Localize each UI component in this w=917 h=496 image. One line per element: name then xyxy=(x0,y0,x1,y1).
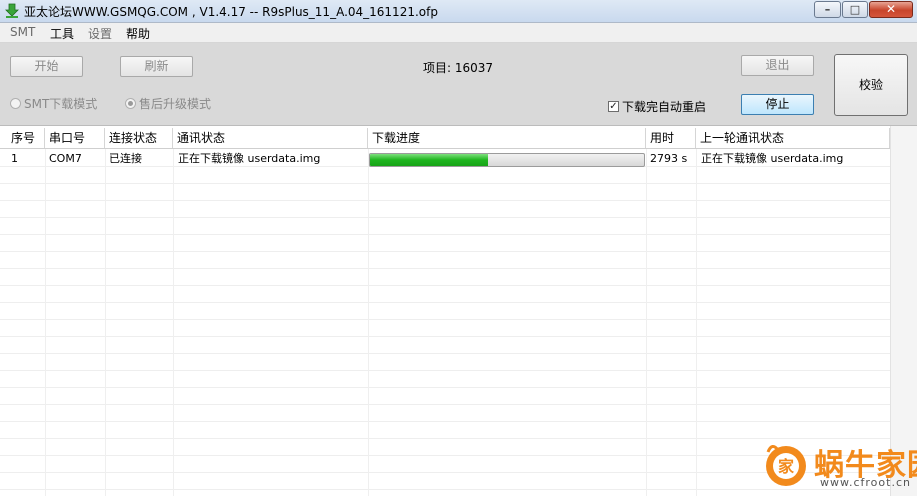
maximize-button[interactable]: □ xyxy=(842,1,868,18)
menu-bar: SMT 工具 设置 帮助 xyxy=(0,23,917,43)
radio-smt-label: SMT下载模式 xyxy=(24,97,98,111)
cell-comm-status: 正在下载镜像 userdata.img xyxy=(178,152,321,165)
col-connection[interactable]: 连接状态 xyxy=(105,128,173,148)
menu-smt[interactable]: SMT xyxy=(10,25,35,39)
snail-logo-icon: 家 xyxy=(766,445,806,486)
table-row[interactable]: 1 COM7 已连接 正在下载镜像 userdata.img 2793 s 正在… xyxy=(0,150,890,168)
radio-aftersale-indicator xyxy=(125,98,136,109)
cell-elapsed: 2793 s xyxy=(650,152,688,165)
menu-tools[interactable]: 工具 xyxy=(50,25,74,42)
radio-aftersale-label: 售后升级模式 xyxy=(139,97,212,111)
window-controls: – □ ✕ xyxy=(813,1,913,19)
col-comm-status[interactable]: 通讯状态 xyxy=(173,128,368,148)
maximize-icon: □ xyxy=(849,3,861,16)
close-button[interactable]: ✕ xyxy=(869,1,913,18)
auto-reboot-checkbox[interactable]: ✓ 下载完自动重启 xyxy=(608,98,706,115)
refresh-button[interactable]: 刷新 xyxy=(120,56,193,77)
window-title: 亚太论坛WWW.GSMQG.COM , V1.4.17 -- R9sPlus_1… xyxy=(24,5,438,19)
watermark: 家 蜗牛家园 www.cfroot.cn xyxy=(762,440,917,492)
menu-settings[interactable]: 设置 xyxy=(88,25,112,42)
radio-aftersale-mode[interactable]: 售后升级模式 xyxy=(125,95,211,112)
stop-button[interactable]: 停止 xyxy=(741,94,814,115)
verify-button[interactable]: 校验 xyxy=(834,54,908,116)
table-header: 序号 串口号 连接状态 通讯状态 下载进度 用时 上一轮通讯状态 xyxy=(0,128,890,148)
col-elapsed[interactable]: 用时 xyxy=(646,128,696,148)
radio-smt-indicator xyxy=(10,98,21,109)
app-download-icon xyxy=(5,3,19,18)
checkmark-icon: ✓ xyxy=(608,101,619,112)
cell-port: COM7 xyxy=(49,152,82,165)
watermark-url: www.cfroot.cn xyxy=(820,476,911,489)
minimize-icon: – xyxy=(824,3,831,16)
project-label: 项目: 16037 xyxy=(423,61,494,75)
menu-help[interactable]: 帮助 xyxy=(126,25,150,42)
close-icon: ✕ xyxy=(885,2,897,16)
watermark-logo-glyph: 家 xyxy=(778,457,795,476)
radio-smt-mode[interactable]: SMT下载模式 xyxy=(10,95,97,112)
col-port[interactable]: 串口号 xyxy=(45,128,105,148)
cell-index: 1 xyxy=(11,152,18,165)
title-bar[interactable]: 亚太论坛WWW.GSMQG.COM , V1.4.17 -- R9sPlus_1… xyxy=(0,0,917,23)
download-progress-bar xyxy=(369,153,645,167)
col-last-status[interactable]: 上一轮通讯状态 xyxy=(696,128,890,148)
progress-fill xyxy=(370,154,488,166)
control-panel: 开始 刷新 项目: 16037 退出 校验 停止 SMT下载模式 售后升级模式 … xyxy=(0,43,917,126)
minimize-button[interactable]: – xyxy=(814,1,841,18)
col-index[interactable]: 序号 xyxy=(7,128,45,148)
col-progress[interactable]: 下载进度 xyxy=(368,128,646,148)
cell-connection: 已连接 xyxy=(109,152,142,165)
cell-last-status: 正在下载镜像 userdata.img xyxy=(701,152,844,165)
auto-reboot-label: 下载完自动重启 xyxy=(622,100,707,114)
exit-button[interactable]: 退出 xyxy=(741,55,814,76)
start-button[interactable]: 开始 xyxy=(10,56,83,77)
